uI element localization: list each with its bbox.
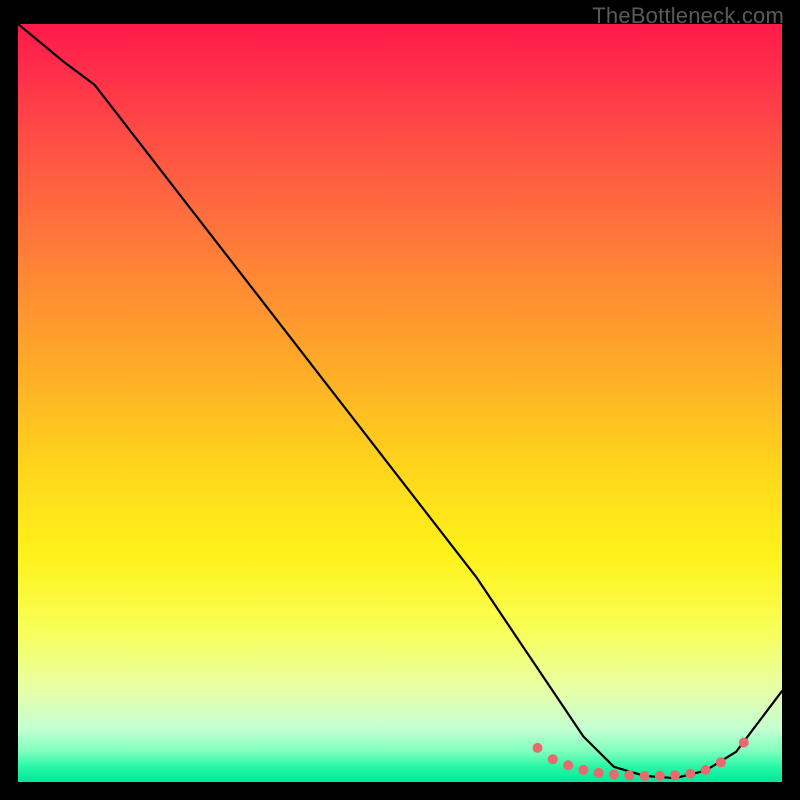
marker-dot — [716, 757, 726, 767]
marker-dot — [701, 765, 711, 775]
marker-dot — [670, 770, 680, 780]
marker-dot — [594, 768, 604, 778]
chart-svg — [18, 24, 782, 782]
chart-frame: TheBottleneck.com — [0, 0, 800, 800]
marker-dot — [655, 771, 665, 781]
curve-line — [18, 24, 782, 778]
marker-dot — [685, 769, 695, 779]
plot-area — [18, 24, 782, 782]
marker-group — [533, 738, 749, 781]
marker-dot — [533, 743, 543, 753]
marker-dot — [548, 754, 558, 764]
marker-dot — [739, 738, 749, 748]
watermark-text: TheBottleneck.com — [592, 3, 784, 29]
marker-dot — [624, 770, 634, 780]
marker-dot — [563, 760, 573, 770]
marker-dot — [640, 771, 650, 781]
marker-dot — [578, 765, 588, 775]
marker-dot — [609, 769, 619, 779]
